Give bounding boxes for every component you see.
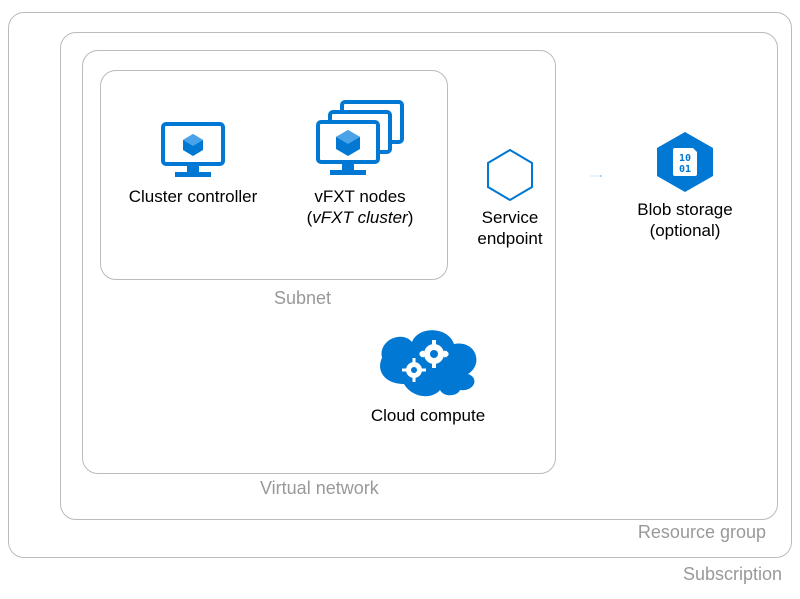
vm-icon bbox=[159, 120, 227, 180]
vfxt-nodes-label: vFXT nodes bbox=[290, 186, 430, 207]
vm-stack-icon bbox=[310, 98, 410, 180]
blob-icon: 10 01 bbox=[653, 130, 717, 194]
cloud-compute: Cloud compute bbox=[348, 320, 508, 426]
blob-storage-label1: Blob storage bbox=[620, 199, 750, 220]
hexagon-icon bbox=[485, 148, 535, 202]
service-endpoint-label1: Service bbox=[450, 207, 570, 228]
resource-group-label: Resource group bbox=[638, 522, 766, 543]
cluster-controller-label: Cluster controller bbox=[118, 186, 268, 207]
cloud-gears-icon bbox=[368, 320, 488, 400]
service-endpoint: Service endpoint bbox=[450, 148, 570, 250]
vfxt-nodes: vFXT nodes (vFXT cluster) bbox=[290, 98, 430, 229]
blob-storage-label2: (optional) bbox=[620, 220, 750, 241]
blob-storage: 10 01 Blob storage (optional) bbox=[620, 130, 750, 242]
cloud-compute-label: Cloud compute bbox=[348, 405, 508, 426]
subscription-label: Subscription bbox=[683, 564, 782, 585]
vfxt-sublabel-suffix: ) bbox=[408, 208, 414, 227]
cluster-controller: Cluster controller bbox=[118, 120, 268, 207]
vfxt-sublabel-italic: vFXT cluster bbox=[312, 208, 407, 227]
svg-text:01: 01 bbox=[679, 164, 691, 175]
service-endpoint-label2: endpoint bbox=[450, 228, 570, 249]
vfxt-nodes-sublabel: (vFXT cluster) bbox=[290, 207, 430, 228]
subnet-label: Subnet bbox=[274, 288, 331, 309]
svg-text:10: 10 bbox=[679, 153, 691, 164]
arrow-endpoint-to-blob bbox=[555, 175, 637, 177]
virtual-network-label: Virtual network bbox=[260, 478, 379, 499]
